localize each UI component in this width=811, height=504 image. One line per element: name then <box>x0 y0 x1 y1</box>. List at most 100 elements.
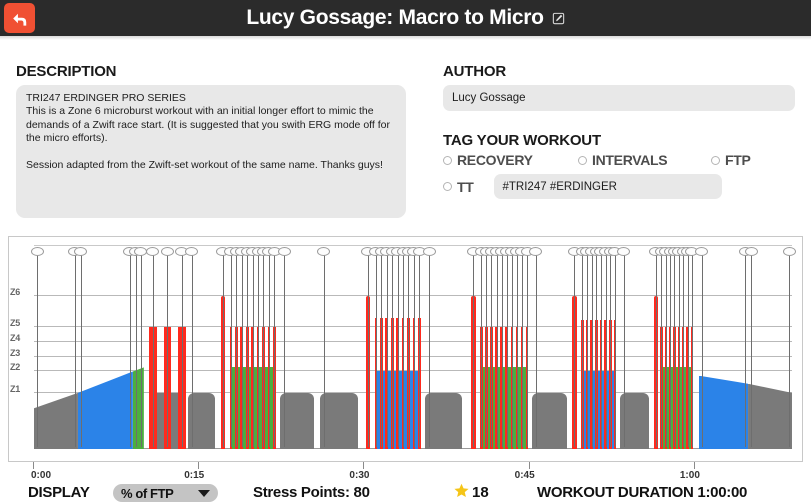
segment-drag-handle[interactable] <box>317 247 331 256</box>
chart-block-warmup-ramp-green[interactable] <box>132 367 144 449</box>
segment-drag-handle[interactable] <box>782 247 796 256</box>
x-axis-tick-label: 1:00 <box>679 470 700 481</box>
tag-row-2: TT #TRI247 #ERDINGER <box>443 174 795 199</box>
zone-label-z6: Z6 <box>10 287 21 297</box>
segment-stem <box>191 255 193 447</box>
segment-stem <box>481 255 483 447</box>
chart-block-cooldown-gray[interactable] <box>748 383 792 449</box>
chart-block-recovery-3[interactable] <box>319 392 359 449</box>
tag-input[interactable]: #TRI247 #ERDINGER <box>493 174 722 199</box>
segment-stem <box>181 255 183 447</box>
edit-square-icon[interactable] <box>552 12 565 25</box>
segment-stem <box>610 255 612 447</box>
segment-drag-handle[interactable] <box>695 247 709 256</box>
tag-label: INTERVALS <box>592 152 668 168</box>
tag-option-ftp[interactable]: FTP <box>711 152 751 168</box>
segment-stem <box>274 255 276 447</box>
chart-block-warmup-ramp-blue[interactable] <box>77 371 133 449</box>
x-axis-tick-label: 0:00 <box>31 470 52 481</box>
radio-icon[interactable] <box>578 155 587 165</box>
segment-drag-handle[interactable] <box>74 247 88 256</box>
description-textarea[interactable]: TRI247 ERDINGER PRO SERIES This is a Zon… <box>16 85 406 218</box>
title-bar-center: Lucy Gossage: Macro to Micro <box>0 0 811 36</box>
author-input[interactable]: Lucy Gossage <box>443 85 795 111</box>
segment-drag-handle[interactable] <box>529 247 543 256</box>
segment-drag-handle[interactable] <box>744 247 758 256</box>
segment-stem <box>670 255 672 447</box>
segment-stem <box>247 255 249 447</box>
page-title: Lucy Gossage: Macro to Micro <box>246 6 544 29</box>
segment-drag-handle[interactable] <box>160 247 174 256</box>
segment-stem <box>674 255 676 447</box>
segment-stem <box>605 255 607 447</box>
radio-icon[interactable] <box>711 155 720 165</box>
tag-label: FTP <box>725 152 751 168</box>
segment-stem <box>473 255 475 447</box>
segment-stem <box>521 255 523 447</box>
segment-drag-handle[interactable] <box>617 247 631 256</box>
segment-stem <box>408 255 410 447</box>
chart-block-recovery-5[interactable] <box>531 392 567 449</box>
chart-block-warmup-ramp-gray[interactable] <box>34 392 78 449</box>
segment-stem <box>152 255 154 447</box>
segment-stem <box>496 255 498 447</box>
x-axis-tick <box>363 462 365 469</box>
segment-stem <box>501 255 503 447</box>
segment-stem <box>623 255 625 447</box>
tag-option-intervals[interactable]: INTERVALS <box>578 152 711 168</box>
segment-stem <box>745 255 747 447</box>
segment-stem <box>596 255 598 447</box>
segment-stem <box>268 255 270 447</box>
chart-block-recovery-4[interactable] <box>425 392 463 449</box>
x-axis-tick-label: 0:45 <box>514 470 535 481</box>
tag-option-tt[interactable]: TT <box>443 179 474 195</box>
segment-drag-handle[interactable] <box>277 247 291 256</box>
chart-plot-area[interactable]: Z1 Z2 Z3 Z4 Z5 Z6 <box>10 245 796 449</box>
segment-stem <box>397 255 399 447</box>
x-axis-tick-label: 0:30 <box>349 470 370 481</box>
tags-heading: TAG YOUR WORKOUT <box>443 132 601 149</box>
segment-stem <box>222 255 224 447</box>
segment-stem <box>230 255 232 447</box>
display-mode-dropdown[interactable]: % of FTP <box>113 484 218 502</box>
radio-icon[interactable] <box>443 182 452 191</box>
author-heading: AUTHOR <box>443 63 506 80</box>
segment-drag-handle[interactable] <box>185 247 199 256</box>
segment-stem <box>323 255 325 447</box>
title-bar: Lucy Gossage: Macro to Micro <box>0 0 811 36</box>
tag-group: RECOVERY INTERVALS FTP TT #TRI247 #ERDIN… <box>443 152 795 199</box>
segment-drag-handle[interactable] <box>30 247 44 256</box>
segment-drag-handle[interactable] <box>134 247 148 256</box>
segment-stem <box>691 255 693 447</box>
segment-stem <box>386 255 388 447</box>
segment-stem <box>614 255 616 447</box>
segment-drag-handle[interactable] <box>422 247 436 256</box>
zone-label-z5: Z5 <box>10 317 21 328</box>
segment-stem <box>582 255 584 447</box>
x-axis-tick-label: 0:15 <box>184 470 205 481</box>
chart-block-recovery-2[interactable] <box>280 392 315 449</box>
workout-chart[interactable]: Z1 Z2 Z3 Z4 Z5 Z6 <box>8 236 803 462</box>
segment-stem <box>403 255 405 447</box>
star-icon <box>453 482 470 504</box>
chart-block-cooldown-blue[interactable] <box>698 375 749 449</box>
segment-stem <box>263 255 265 447</box>
segment-stem <box>135 255 137 447</box>
radio-icon[interactable] <box>443 155 452 165</box>
star-value: 18 <box>472 484 489 501</box>
segment-stem <box>74 255 76 447</box>
stress-points-label: Stress Points: 80 <box>253 484 370 501</box>
chart-top-rail <box>34 245 792 246</box>
segment-stem <box>683 255 685 447</box>
segment-drag-handle[interactable] <box>146 247 160 256</box>
segment-stem <box>236 255 238 447</box>
segment-stem <box>661 255 663 447</box>
segment-stem <box>591 255 593 447</box>
segment-stem <box>655 255 657 447</box>
segment-stem <box>687 255 689 447</box>
tag-option-recovery[interactable]: RECOVERY <box>443 152 578 168</box>
segment-stem <box>167 255 169 447</box>
zone-label-z4: Z4 <box>10 332 21 343</box>
segment-stem <box>574 255 576 447</box>
segment-stem <box>241 255 243 447</box>
